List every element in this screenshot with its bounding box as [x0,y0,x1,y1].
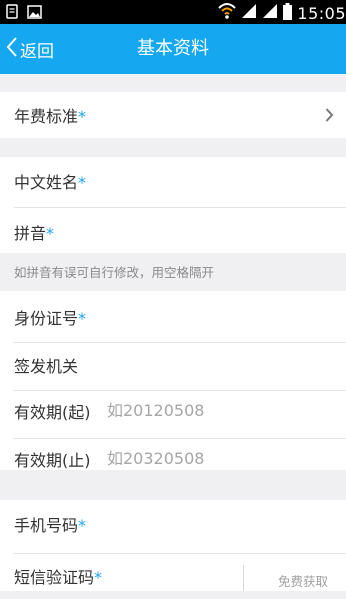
section-fee: 年费标准* [0,92,346,138]
chinese-name-label: 中文姓名* [14,172,87,192]
back-label: 返回 [20,41,54,62]
section-identity: 中文姓名* 拼音* 如拼音有误可自行修改，用空格隔开 身份证号* 签发机关 有效… [0,157,346,475]
battery-icon [283,2,293,24]
app-header: 基本资料 返回 [0,24,346,74]
required-mark: * [78,308,87,328]
pinyin-input[interactable] [105,215,332,248]
mobile-label: 手机号码* [14,515,87,535]
mobile-row: 手机号码* [0,500,346,547]
pinyin-hint: 如拼音有误可自行修改，用空格隔开 [14,265,215,280]
mobile-input[interactable] [105,507,332,540]
annual-fee-label: 年费标准* [14,107,87,126]
status-bar: 15:05 [0,0,346,24]
required-mark: * [78,172,87,192]
valid-to-row: 有效期(止) [0,435,346,482]
id-number-input[interactable] [105,300,332,333]
valid-to-label: 有效期(止) [14,450,91,470]
signal-icon [262,3,278,23]
sms-code-input[interactable] [105,559,236,592]
get-code-button[interactable]: 免费获取 [278,571,328,590]
chinese-name-row: 中文姓名* [0,157,346,204]
pinyin-row: 拼音* [0,208,346,255]
valid-from-input[interactable] [105,394,332,427]
id-number-row: 身份证号* [0,293,346,340]
valid-from-row: 有效期(起) [0,387,346,434]
notification-icon [6,4,19,23]
annual-fee-row[interactable]: 年费标准* [0,92,346,138]
section-contact: 手机号码* 短信验证码* 免费获取 [0,500,346,592]
code-separator [243,565,244,591]
back-button[interactable]: 返回 [6,24,54,74]
required-mark: * [94,567,103,587]
chevron-left-icon [6,36,18,62]
valid-to-input[interactable] [105,442,332,475]
required-mark: * [78,107,87,126]
sms-code-label: 短信验证码* [14,567,103,587]
signal-icon [241,3,257,23]
issuing-authority-input[interactable] [105,348,332,381]
required-mark: * [46,223,55,243]
pinyin-hint-bar: 如拼音有误可自行修改，用空格隔开 [0,253,346,291]
id-number-label: 身份证号* [14,308,87,328]
issuing-authority-row: 签发机关 [0,341,346,388]
status-time: 15:05 [297,3,346,23]
wifi-icon [218,2,237,24]
chevron-right-icon [325,107,334,127]
issuing-authority-label: 签发机关 [14,356,79,376]
required-mark: * [78,515,87,535]
pinyin-label: 拼音* [14,223,55,243]
chinese-name-input[interactable] [105,164,332,197]
valid-from-label: 有效期(起) [14,402,91,422]
image-icon [27,4,42,23]
